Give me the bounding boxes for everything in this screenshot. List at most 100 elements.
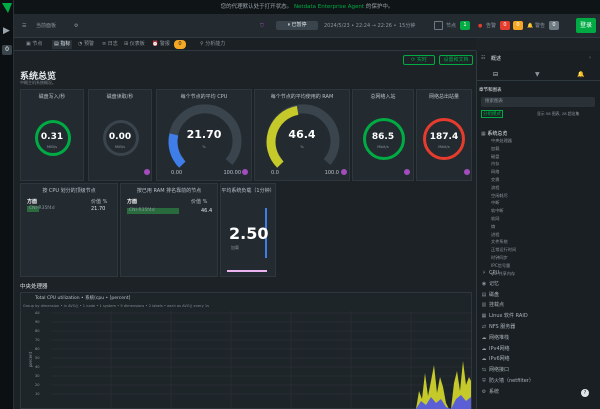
gauge-unit: %	[300, 144, 304, 149]
search-input[interactable]: 搜索图表	[481, 97, 595, 107]
sidebar-sub-item[interactable]: 中央处理器	[491, 137, 512, 145]
sidebar-sub-item[interactable]: 磁盘	[491, 153, 499, 161]
ram-gauge-card: 每个节点的平均使用的 RAM 46.4 % 0.0 100.0	[254, 89, 350, 181]
card-title: 每个节点的平均 CPU	[180, 94, 228, 100]
table-row[interactable]: CNI-R35f4d	[129, 208, 155, 213]
alert-tab-icon[interactable]: 🔔	[577, 71, 584, 78]
sidebar-sub-item[interactable]: 空闲耗尽	[491, 192, 508, 200]
gauge-unit: Mbit/s	[377, 144, 389, 149]
filter-chip[interactable]: 分组模式	[481, 110, 503, 118]
sidebar-sub-item[interactable]: 加载	[491, 145, 499, 153]
memory-icon: ◉	[481, 280, 487, 287]
info-dot-icon[interactable]	[404, 169, 410, 175]
table-row[interactable]: CNI-R35f4d	[29, 206, 55, 211]
card-title: 网络总出站量	[428, 94, 459, 100]
sidebar-sub-item[interactable]: 正常运行时间	[491, 246, 516, 254]
warning-count[interactable]: 0	[513, 21, 523, 30]
network-icon: ☁	[481, 334, 487, 341]
left-sidebar: ▶ 0	[0, 0, 14, 409]
netdata-logo[interactable]	[2, 3, 12, 13]
sidebar-group-item[interactable]: ☁ 网络堆栈	[481, 334, 510, 342]
pause-chip[interactable]: ⏸ 已暂停	[276, 21, 318, 30]
collapse-icon[interactable]: ›	[589, 55, 591, 61]
disk-write-card: 磁盘写入/秒 0.31 MiB/s	[20, 89, 84, 181]
sidebar-sub-item[interactable]: 中断	[491, 199, 499, 207]
overview-tab-icon[interactable]: ⊟	[493, 71, 498, 78]
sidebar-sub-item[interactable]: 交换	[491, 176, 499, 184]
sidebar-sub-item[interactable]: 熵	[491, 223, 495, 231]
nodes-count[interactable]: 1	[460, 21, 470, 30]
sidebar-group-item[interactable]: ▥ 挂载点	[481, 301, 504, 309]
sidebar-group-item[interactable]: ⚡ CPU	[481, 269, 499, 277]
expand-sidebar-icon[interactable]: ▶	[3, 26, 10, 36]
gauge-unit: %	[202, 144, 206, 149]
sidebar-group-item[interactable]: ▦ Linux 软件 RAID	[481, 312, 528, 320]
dashboard-selector[interactable]: 当前面板	[36, 22, 56, 30]
sidebar-group-item[interactable]: ⇄ NFS 服务器	[481, 323, 515, 331]
signin-button[interactable]: 登录	[576, 18, 596, 33]
y-tick: 20	[35, 383, 40, 387]
tab-alarms[interactable]: ⏰ 警报	[152, 40, 170, 49]
net-out-card: 网络总出站量 187.4 Mbit/s	[416, 89, 472, 181]
banner-link[interactable]: Netdata Enterprise Agent	[294, 4, 364, 10]
interface-icon: ⇆	[481, 367, 487, 374]
sidebar-sub-item[interactable]: 时钟同步	[491, 254, 508, 262]
gauge-unit: MiB/s	[114, 144, 126, 149]
critical-count[interactable]: 0	[500, 21, 510, 30]
sidebar-group-item[interactable]: ▤ 磁盘	[481, 291, 499, 299]
disk-read-card: 磁盘读取/秒 0.00 MiB/s	[88, 89, 152, 181]
group-label: NFS 服务器	[489, 324, 516, 330]
tab-analysis[interactable]: ⚲ 分析能力	[200, 40, 225, 49]
info-dot-icon[interactable]	[341, 169, 347, 175]
section-header[interactable]: ▦ 系统总览	[481, 130, 507, 137]
y-tick: 30	[35, 374, 40, 378]
load-bar	[227, 270, 267, 272]
info-dot-icon[interactable]	[464, 169, 470, 175]
live-button[interactable]: ⟳ 实时	[403, 55, 435, 65]
settings-icon[interactable]: ⚙	[74, 22, 78, 30]
chart-stats: 显示 58 图表, 28 超出集	[537, 111, 580, 116]
sidebar-group-item[interactable]: ⛨ 防火墙（netfilter）	[481, 377, 534, 385]
hamburger-icon[interactable]: ☰	[22, 22, 26, 30]
chart-filters[interactable]: Group by dimension • in AVG() • 1 node •…	[23, 304, 209, 308]
sidebar-sub-item[interactable]: 进程	[491, 231, 499, 239]
filter-tab-icon[interactable]: ▼	[535, 71, 540, 78]
sidebar-sub-item[interactable]: 内存	[491, 160, 499, 168]
group-label: 网络接口	[489, 367, 510, 374]
duration[interactable]: 15分钟	[399, 22, 415, 30]
sidebar-group-item[interactable]: ◉ 记忆	[481, 280, 499, 288]
clear-count[interactable]: 0	[549, 21, 559, 30]
sidebar-group-item[interactable]: ☁ IPv4网络	[481, 345, 510, 353]
tab-logs[interactable]: ≡ 日志	[102, 40, 118, 49]
banner-text: 您的代理默认处于打开状态。	[220, 4, 293, 10]
gauge-value: 46.4	[288, 128, 316, 141]
y-tick: All	[35, 311, 40, 315]
gauge-value: 0.31	[40, 132, 64, 142]
sidebar-sub-item[interactable]: 文件系统	[491, 238, 508, 246]
help-icon[interactable]: ?	[581, 389, 589, 397]
tab-dashboards[interactable]: ⊞ 仪表板	[124, 40, 145, 49]
sidebar-sub-item[interactable]: 流程	[491, 184, 499, 192]
date-range[interactable]: 2024/5/23 • 22:24 → 22:26 •	[324, 22, 397, 30]
tab-alerts[interactable]: ◔ 预警	[78, 40, 94, 49]
group-label: 记忆	[489, 280, 500, 287]
sidebar-sub-item[interactable]: 软中断	[491, 207, 504, 215]
chart-list-label: 章节和图表	[479, 88, 502, 93]
tab-nodes[interactable]: ▣ 节点	[26, 40, 42, 49]
group-label: IPv4网络	[489, 345, 510, 352]
node-icon	[434, 21, 443, 30]
settings-docs-button[interactable]: 设置和文档	[439, 55, 473, 65]
sidebar-group-item[interactable]: ☁ IPv6网络	[481, 355, 510, 363]
card-title: 每个节点的平均使用的 RAM	[270, 94, 334, 100]
sidebar-group-item[interactable]: ⇆ 网络接口	[481, 366, 509, 374]
info-dot-icon[interactable]	[144, 169, 150, 175]
top-ram-table: 按已用 RAM 排名靠前的节点 方面 价值 % CNI-R35f4d 46.4	[120, 183, 218, 277]
sidebar-sub-item[interactable]: 软网	[491, 215, 499, 223]
critical-label: 告警	[486, 23, 497, 29]
sidebar-sub-item[interactable]: 网络	[491, 168, 499, 176]
tab-metrics[interactable]: ▤ 指标	[52, 40, 73, 49]
col-header: 价值 %	[91, 199, 108, 205]
space-badge[interactable]: 0	[2, 45, 12, 55]
info-dot-icon[interactable]	[242, 169, 248, 175]
sidebar-group-item[interactable]: ⚙ 系统	[481, 388, 499, 396]
